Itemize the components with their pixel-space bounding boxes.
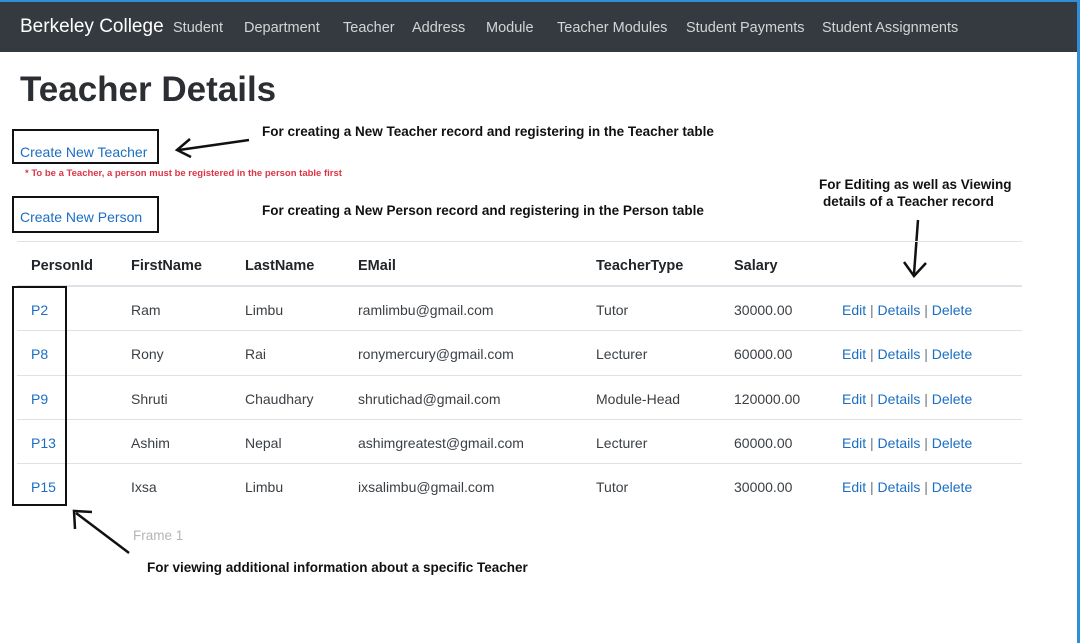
personid-highlight-box (12, 286, 67, 506)
action-separator: | (924, 391, 928, 407)
column-header-salary: Salary (734, 258, 778, 274)
cell-teachertype: Tutor (596, 479, 629, 495)
action-separator: | (870, 479, 874, 495)
edit-link[interactable]: Edit (842, 479, 866, 495)
details-link[interactable]: Details (878, 346, 921, 362)
cell-firstname: Rony (131, 346, 164, 362)
cell-firstname: Ixsa (131, 479, 157, 495)
arrow-up-left-icon (72, 509, 130, 554)
table-top-border (17, 241, 1022, 242)
cell-email: ashimgreatest@gmail.com (358, 435, 524, 451)
annotation-edit-line2: details of a Teacher record (823, 194, 994, 209)
action-separator: | (870, 435, 874, 451)
cell-salary: 60000.00 (734, 435, 793, 451)
cell-email: ixsalimbu@gmail.com (358, 479, 495, 495)
annotation-view-info: For viewing additional information about… (147, 560, 528, 575)
delete-link[interactable]: Delete (932, 391, 972, 407)
row-divider (17, 463, 1022, 464)
navbar-brand[interactable]: Berkeley College (20, 16, 164, 38)
details-link[interactable]: Details (878, 302, 921, 318)
column-header-personid: PersonId (31, 258, 94, 274)
cell-lastname: Limbu (245, 302, 284, 318)
nav-item-student[interactable]: Student (173, 20, 223, 36)
delete-link[interactable]: Delete (932, 479, 972, 495)
row-actions: Edit | Details | Delete (842, 435, 972, 451)
cell-teachertype: Tutor (596, 302, 629, 318)
frame-label: Frame 1 (133, 528, 184, 543)
edit-link[interactable]: Edit (842, 346, 866, 362)
action-separator: | (924, 346, 928, 362)
row-actions: Edit | Details | Delete (842, 346, 972, 362)
cell-teachertype: Lecturer (596, 346, 648, 362)
action-separator: | (870, 391, 874, 407)
cell-lastname: Limbu (245, 479, 284, 495)
annotation-create-teacher: For creating a New Teacher record and re… (262, 124, 714, 139)
edit-link[interactable]: Edit (842, 391, 866, 407)
delete-link[interactable]: Delete (932, 435, 972, 451)
row-actions: Edit | Details | Delete (842, 391, 972, 407)
column-header-teachertype: TeacherType (596, 258, 684, 274)
cell-firstname: Ashim (131, 435, 170, 451)
action-separator: | (924, 435, 928, 451)
cell-salary: 30000.00 (734, 479, 793, 495)
navbar: Berkeley College Student Department Teac… (0, 2, 1077, 52)
row-actions: Edit | Details | Delete (842, 302, 972, 318)
cell-teachertype: Lecturer (596, 435, 648, 451)
row-divider (17, 419, 1022, 420)
cell-lastname: Rai (245, 346, 267, 362)
column-header-lastname: LastName (245, 258, 315, 274)
row-actions: Edit | Details | Delete (842, 479, 972, 495)
details-link[interactable]: Details (878, 391, 921, 407)
cell-email: shrutichad@gmail.com (358, 391, 501, 407)
action-separator: | (924, 302, 928, 318)
nav-item-student-assignments[interactable]: Student Assignments (822, 20, 958, 36)
cell-salary: 30000.00 (734, 302, 793, 318)
action-separator: | (924, 479, 928, 495)
teacher-registration-note: * To be a Teacher, a person must be regi… (25, 168, 342, 179)
create-new-person-link[interactable]: Create New Person (20, 209, 142, 225)
page-title: Teacher Details (20, 70, 277, 109)
delete-link[interactable]: Delete (932, 346, 972, 362)
details-link[interactable]: Details (878, 479, 921, 495)
annotation-edit-line1: For Editing as well as Viewing (819, 177, 1012, 192)
delete-link[interactable]: Delete (932, 302, 972, 318)
create-new-teacher-link[interactable]: Create New Teacher (20, 144, 147, 160)
row-divider (17, 375, 1022, 376)
cell-firstname: Shruti (131, 391, 168, 407)
cell-email: ramlimbu@gmail.com (358, 302, 494, 318)
edit-link[interactable]: Edit (842, 435, 866, 451)
action-separator: | (870, 302, 874, 318)
table-header-divider (17, 285, 1022, 287)
cell-lastname: Nepal (245, 435, 282, 451)
cell-salary: 120000.00 (734, 391, 801, 407)
annotation-create-person: For creating a New Person record and reg… (262, 203, 704, 218)
nav-item-department[interactable]: Department (244, 20, 320, 36)
cell-email: ronymercury@gmail.com (358, 346, 514, 362)
cell-teachertype: Module-Head (596, 391, 681, 407)
nav-item-student-payments[interactable]: Student Payments (686, 20, 805, 36)
column-header-email: EMail (358, 258, 396, 274)
nav-item-address[interactable]: Address (412, 20, 465, 36)
cell-firstname: Ram (131, 302, 161, 318)
edit-link[interactable]: Edit (842, 302, 866, 318)
nav-item-teacher-modules[interactable]: Teacher Modules (557, 20, 667, 36)
details-link[interactable]: Details (878, 435, 921, 451)
nav-item-module[interactable]: Module (486, 20, 534, 36)
action-separator: | (870, 346, 874, 362)
nav-item-teacher[interactable]: Teacher (343, 20, 395, 36)
arrow-left-icon (174, 138, 250, 159)
arrow-down-icon (902, 219, 927, 278)
cell-lastname: Chaudhary (245, 391, 314, 407)
cell-salary: 60000.00 (734, 346, 793, 362)
row-divider (17, 330, 1022, 331)
column-header-firstname: FirstName (131, 258, 202, 274)
